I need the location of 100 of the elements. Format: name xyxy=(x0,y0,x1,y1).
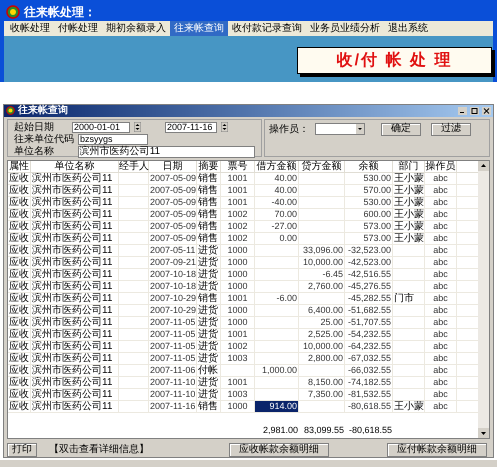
window-title: 往来帐处理： xyxy=(24,4,96,20)
column-header[interactable]: 部门 xyxy=(393,160,425,173)
table-cell: -51,682.55 xyxy=(346,304,392,316)
table-cell: 914.00 xyxy=(268,400,298,412)
table-cell: 进货 xyxy=(197,304,219,316)
table-cell: 2007-11-16 xyxy=(149,400,196,412)
scrollbar[interactable] xyxy=(478,160,489,438)
table-cell: 进货 xyxy=(197,352,219,364)
close-icon[interactable] xyxy=(482,106,491,115)
table-cell: 2007-10-29 xyxy=(149,292,196,304)
table-cell: 1002 xyxy=(226,340,249,352)
column-header[interactable]: 借方金额 xyxy=(255,160,299,173)
total-cell-text: 83,099.55 xyxy=(302,424,345,438)
table-cell: abc xyxy=(432,292,449,304)
table-cell: 王小蒙 xyxy=(393,400,424,412)
menu-item[interactable]: 期初余额录入 xyxy=(102,21,170,36)
confirm-button[interactable]: 确定 xyxy=(381,122,421,136)
spinner-icon[interactable] xyxy=(134,122,141,132)
table-cell: 2007-05-11 xyxy=(149,244,196,256)
table-cell: 6,400.00 xyxy=(306,304,344,316)
menu-item[interactable]: 退出系统 xyxy=(384,21,432,36)
table-cell: abc xyxy=(432,280,449,292)
date-field[interactable]: 2000-01-01 xyxy=(72,122,130,133)
column-header[interactable]: 属性 xyxy=(8,160,31,173)
table-cell: 2007-10-18 xyxy=(149,280,196,292)
table-cell: 1000 xyxy=(226,256,249,268)
table-cell: 10,000.00 xyxy=(302,256,344,268)
selected-cell[interactable]: 40.00 xyxy=(255,184,299,196)
table-cell: 1000 xyxy=(226,316,249,328)
table-cell: 进货 xyxy=(197,340,219,352)
table-cell: 2007-05-09 xyxy=(149,220,196,232)
table-cell: abc xyxy=(432,364,449,376)
table-cell: abc xyxy=(432,376,449,388)
maximize-icon[interactable] xyxy=(470,106,479,115)
menu-item[interactable]: 收帐处理 xyxy=(6,21,54,36)
column-header[interactable]: 余额 xyxy=(345,160,393,173)
selected-cell[interactable]: 914.00 xyxy=(255,400,299,412)
table-cell: 70.00 xyxy=(273,208,298,220)
table-cell: 2007-10-18 xyxy=(149,268,196,280)
table-cell: abc xyxy=(432,328,449,340)
code-field[interactable]: bzsyygs xyxy=(78,134,148,145)
table-cell: abc xyxy=(432,316,449,328)
table-cell: -27.00 xyxy=(270,220,298,232)
column-header[interactable]: 贷方金额 xyxy=(299,160,345,173)
table-cell: 2,800.00 xyxy=(306,352,344,364)
table-cell: 2007-09-21 xyxy=(149,256,196,268)
selected-cell[interactable]: 40.00 xyxy=(255,172,299,184)
table-cell: 2007-11-10 xyxy=(149,388,196,400)
menu-item[interactable]: 收付款记录查询 xyxy=(228,21,306,36)
receivable-balance-button[interactable]: 应收帐款余额明细 xyxy=(229,442,329,456)
column-header[interactable]: 摘要 xyxy=(197,160,221,173)
selected-cell[interactable]: -27.00 xyxy=(255,220,299,232)
selected-cell[interactable]: -6.00 xyxy=(255,292,299,304)
table-cell: 2007-05-09 xyxy=(149,196,196,208)
menu-item[interactable]: 业务员业绩分析 xyxy=(306,21,384,36)
column-header[interactable]: 票号 xyxy=(221,160,255,173)
column-header[interactable]: 操作员 xyxy=(425,160,457,173)
table-cell: 2007-11-05 xyxy=(149,316,196,328)
spinner-icon[interactable] xyxy=(221,122,228,132)
scroll-up-icon[interactable] xyxy=(478,160,489,171)
minimize-icon[interactable] xyxy=(458,106,467,115)
date-field[interactable]: 2007-11-16 xyxy=(165,122,217,133)
column-header[interactable]: 经手人 xyxy=(119,160,149,173)
selected-cell[interactable]: -40.00 xyxy=(255,196,299,208)
table-cell: -74,182.55 xyxy=(346,376,392,388)
table-cell: 2007-05-09 xyxy=(149,232,196,244)
total-cell-text: 2,981.00 xyxy=(262,424,299,438)
table-cell: 销售 xyxy=(197,172,219,184)
table-cell: -32,523.00 xyxy=(346,244,392,256)
table-cell: 王小蒙 xyxy=(393,208,424,220)
table-cell: 40.00 xyxy=(273,184,298,196)
table-cell: 进货 xyxy=(197,388,219,400)
selected-cell[interactable]: 0.00 xyxy=(255,232,299,244)
payable-balance-button[interactable]: 应付帐款余额明细 xyxy=(387,442,487,456)
print-button[interactable]: 打印 xyxy=(7,442,37,456)
menu-item[interactable]: 付帐处理 xyxy=(54,21,102,36)
table-cell: abc xyxy=(432,388,449,400)
menu-item[interactable]: 往来帐查询 xyxy=(170,21,228,36)
app-icon xyxy=(6,4,20,18)
table-cell: abc xyxy=(432,352,449,364)
table-cell: -40.00 xyxy=(270,196,298,208)
table-cell: 33,096.00 xyxy=(302,244,344,256)
operator-dropdown[interactable] xyxy=(315,122,365,135)
table-cell: 销售 xyxy=(197,220,219,232)
table-cell: 进货 xyxy=(197,256,219,268)
table-cell: 1001 xyxy=(226,172,249,184)
table-cell: 2007-11-05 xyxy=(149,352,196,364)
table-cell: 进货 xyxy=(197,268,219,280)
name-field[interactable]: 滨州市医药公司11 xyxy=(78,146,255,158)
table-cell: 进货 xyxy=(197,316,219,328)
table-cell: 573.00 xyxy=(362,232,392,244)
selected-cell[interactable]: 70.00 xyxy=(255,208,299,220)
column-header[interactable]: 日期 xyxy=(149,160,197,173)
filter-button[interactable]: 过滤 xyxy=(431,122,471,136)
column-header[interactable]: 单位名称 xyxy=(31,160,119,173)
table-cell: -54,232.55 xyxy=(346,328,392,340)
scroll-down-icon[interactable] xyxy=(478,428,489,438)
table-cell: 40.00 xyxy=(273,172,298,184)
table-cell: 王小蒙 xyxy=(393,232,424,244)
table-cell: 进货 xyxy=(197,376,219,388)
